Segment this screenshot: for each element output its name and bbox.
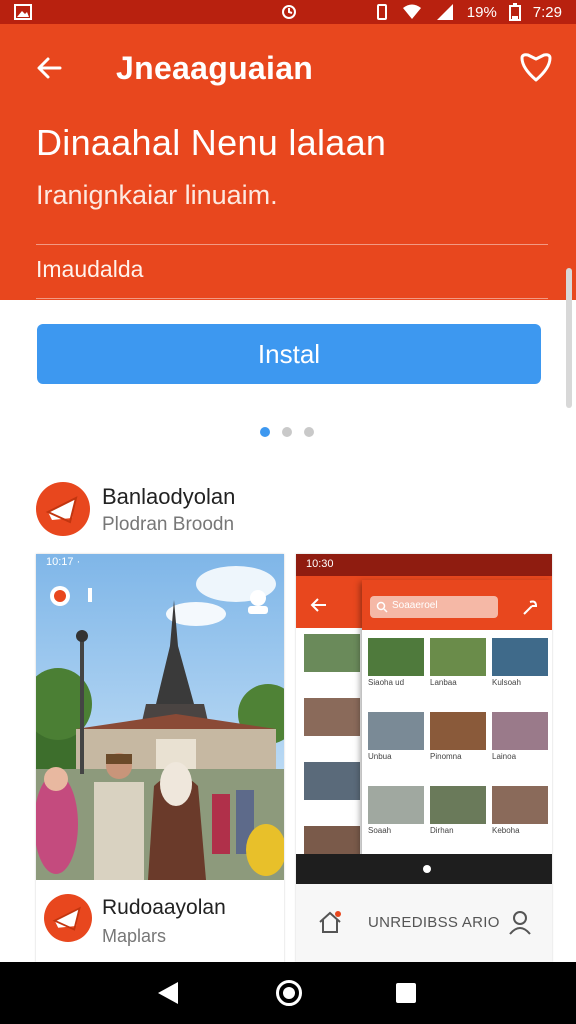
user-icon[interactable]	[506, 908, 534, 936]
gallery-notification-icon	[14, 4, 32, 20]
category-popup: Soaaeroel Siaoha ud Lanbaa Kulsoah Unbua…	[362, 580, 552, 886]
mock-status-bar: 10:30	[296, 554, 552, 576]
popup-bottom-bar	[296, 854, 552, 884]
app-title: Jneaaguaian	[116, 50, 314, 86]
mock-status-bar: 10:17 ·	[46, 556, 81, 568]
photo-thumbnail[interactable]	[368, 638, 424, 676]
photo-caption: Kulsoah	[492, 678, 521, 687]
photo-caption: Unbua	[368, 752, 392, 761]
photo-caption: Keboha	[492, 826, 520, 835]
page-indicator	[260, 427, 314, 437]
photo-caption: Lainoa	[492, 752, 517, 761]
app-subtitle: Plodran Broodn	[102, 514, 235, 535]
photo-thumbnail[interactable]	[492, 786, 548, 824]
photo-caption: Dirhan	[430, 826, 454, 835]
photo-thumbnail[interactable]	[430, 786, 486, 824]
clock: 7:29	[532, 3, 562, 21]
card-app-logo-icon	[52, 906, 81, 931]
page-heading: Dinaahal Nenu lalaan	[36, 122, 387, 163]
wifi-icon	[402, 4, 421, 19]
developer-label: Imaudalda	[36, 256, 144, 282]
screenshot-card-temple[interactable]: 10:17 · Rudoaayolan Maplars	[36, 554, 284, 962]
photo-thumbnail	[304, 762, 360, 800]
temple-photo	[36, 554, 284, 880]
card-app-logo	[44, 894, 92, 942]
battery-percentage: 19%	[466, 3, 497, 21]
card-app-name: Rudoaayolan	[102, 896, 226, 919]
photo-caption: Lanbaa	[430, 678, 457, 687]
screenshot-card-gallery[interactable]: 10:30 Soaaeroel Siaoha ud Lanbaa Kulsoah	[296, 554, 552, 962]
install-button[interactable]: Instal	[37, 324, 541, 384]
mock-bottom-nav: UNREDIBSS ARIO	[296, 884, 552, 962]
header-divider-bottom	[36, 298, 548, 299]
alarm-icon	[282, 5, 296, 19]
content-area: Instal Banlaodyolan Plodran Broodn 10:17…	[12, 300, 564, 962]
popup-header: Soaaeroel	[362, 580, 552, 630]
vibrate-icon	[376, 4, 387, 20]
page-dot[interactable]	[304, 427, 314, 437]
page-dot-active[interactable]	[260, 427, 270, 437]
header-divider	[36, 244, 548, 245]
mock-tab-label: UNREDIBSS ARIO	[368, 914, 500, 931]
app-logo	[36, 482, 90, 536]
status-bar: 19% 7:29	[0, 0, 576, 24]
photo-thumbnail[interactable]	[430, 712, 486, 750]
popup-search-input[interactable]: Soaaeroel	[370, 596, 498, 618]
app-name: Banlaodyolan	[102, 484, 236, 509]
photo-caption: Soaah	[368, 826, 392, 835]
system-nav-bar	[0, 962, 576, 1024]
app-logo-icon	[45, 496, 78, 524]
favorite-icon[interactable]	[518, 50, 554, 86]
mock-back-arrow-icon	[310, 598, 326, 612]
toolbar: Jneaaguaian	[0, 48, 576, 88]
app-bar: Jneaaguaian Dinaahal Nenu lalaan Iranign…	[0, 24, 576, 300]
photo-thumbnail[interactable]	[492, 712, 548, 750]
photo-thumbnail	[304, 698, 360, 736]
nav-back-icon[interactable]	[156, 980, 180, 1006]
photo-thumbnail	[304, 634, 360, 672]
page-dot[interactable]	[282, 427, 292, 437]
home-icon[interactable]	[316, 908, 344, 936]
photo-thumbnail[interactable]	[368, 786, 424, 824]
photo-thumbnail[interactable]	[430, 638, 486, 676]
nav-recents-icon[interactable]	[396, 983, 416, 1003]
card-app-subtitle: Maplars	[102, 926, 167, 946]
indicator-dot-icon	[423, 865, 431, 873]
nav-home-icon[interactable]	[276, 980, 302, 1006]
photo-thumbnail[interactable]	[368, 712, 424, 750]
photo-caption: Pinomna	[430, 752, 462, 761]
popup-tool-icon[interactable]	[520, 598, 540, 618]
photo-caption: Siaoha ud	[368, 678, 405, 687]
page-subheading: Iranignkaiar linuaim.	[36, 180, 278, 210]
app-info-row[interactable]: Banlaodyolan Plodran Broodn	[36, 482, 516, 538]
photo-thumbnail[interactable]	[492, 638, 548, 676]
scrollbar[interactable]	[566, 268, 572, 408]
card-app-row: Rudoaayolan Maplars	[36, 880, 284, 962]
popup-search-icon	[376, 601, 388, 613]
back-arrow-icon[interactable]	[34, 52, 66, 84]
battery-icon	[508, 3, 521, 21]
signal-icon	[436, 4, 453, 20]
